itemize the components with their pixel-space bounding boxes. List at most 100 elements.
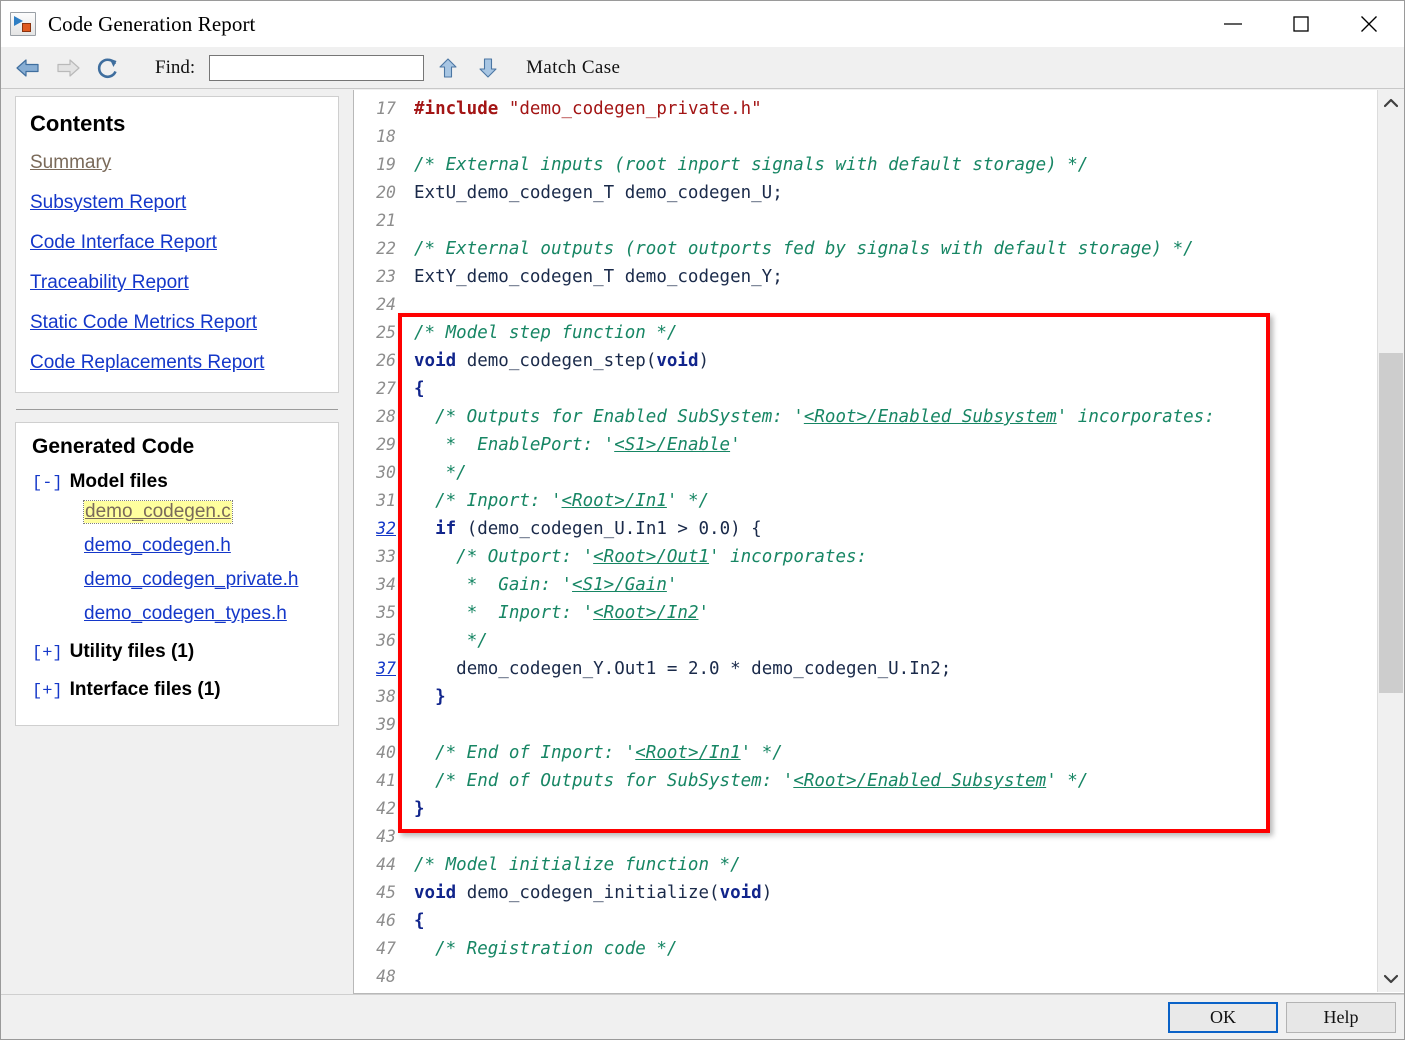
code-line: 36 */	[354, 627, 1215, 655]
code-line: 38 }	[354, 683, 1215, 711]
toc-link-summary[interactable]: Summary	[30, 153, 324, 172]
find-label: Find:	[155, 56, 196, 78]
code-line-number: 45	[376, 883, 396, 902]
file-tree: [-] Model files demo_codegen.c demo_codegen…	[30, 471, 324, 701]
code-line: 27 {	[354, 375, 1215, 403]
code-line-text: /* External outputs (root outports fed b…	[414, 239, 1194, 259]
code-line: 23 ExtY_demo_codegen_T demo_codegen_Y;	[354, 263, 1215, 291]
code-line-number: 47	[376, 939, 396, 958]
refresh-icon	[97, 57, 117, 78]
code-line-text: * Inport: '<Root>/In2'	[466, 603, 710, 623]
toc-link-code-interface-report[interactable]: Code Interface Report	[30, 233, 324, 252]
code-line-number-traceable[interactable]: 32	[354, 515, 406, 543]
code-line: 28 /* Outputs for Enabled SubSystem: '<R…	[354, 403, 1215, 431]
generated-code-panel: Generated Code [-] Model files demo_codege…	[15, 422, 339, 726]
maximize-button[interactable]	[1267, 1, 1335, 47]
code-line-number: 18	[376, 127, 396, 146]
code-line-number: 21	[376, 211, 396, 230]
toc-link-subsystem-report[interactable]: Subsystem Report	[30, 193, 324, 212]
code-line-number-traceable[interactable]: 37	[354, 655, 406, 683]
code-line-text: /* Model initialize function */	[414, 855, 741, 875]
code-line-text: demo_codegen_Y.Out1 = 2.0 * demo_codegen…	[456, 659, 952, 679]
tree-group-label: Utility files (1)	[69, 641, 195, 662]
code-line-number: 42	[376, 799, 396, 818]
ok-button[interactable]: OK	[1168, 1002, 1278, 1033]
scrollbar-thumb[interactable]	[1379, 353, 1403, 693]
refresh-button[interactable]	[91, 53, 125, 83]
find-next-button[interactable]	[472, 53, 504, 83]
tree-group-model-files[interactable]: [-] Model files	[32, 471, 324, 493]
navigation-toolbar: Find: Match Case	[1, 47, 1404, 89]
scroll-down-button[interactable]	[1378, 966, 1404, 992]
code-line: 26 void demo_codegen_step(void)	[354, 347, 1215, 375]
toc-link-code-replacements-report[interactable]: Code Replacements Report	[30, 353, 324, 372]
find-previous-button[interactable]	[432, 53, 464, 83]
code-line: 45 void demo_codegen_initialize(void)	[354, 879, 1215, 907]
code-line-text: /* Registration code */	[435, 939, 678, 959]
code-line-text: */	[445, 463, 467, 483]
help-button[interactable]: Help	[1286, 1002, 1396, 1033]
file-link-demo-codegen-private-h[interactable]: demo_codegen_private.h	[84, 569, 298, 591]
code-line-number: 38	[376, 687, 396, 706]
code-line: 34 * Gain: '<S1>/Gain'	[354, 571, 1215, 599]
code-line-number: 26	[376, 351, 396, 370]
collapse-toggle-icon[interactable]: [-]	[32, 474, 63, 493]
code-line: 21	[354, 207, 1215, 235]
code-line-number: 41	[376, 771, 396, 790]
toc-link-traceability-report[interactable]: Traceability Report	[30, 273, 324, 292]
code-line-number: 48	[376, 967, 396, 986]
code-line-text: void demo_codegen_step(void)	[414, 351, 710, 371]
code-line: 22 /* External outputs (root outports fed…	[354, 235, 1215, 263]
code-line: 18	[354, 123, 1215, 151]
code-line-text: /* Outport: '<Root>/Out1' incorporates:	[456, 547, 868, 567]
close-icon	[1361, 16, 1377, 32]
code-line-number: 17	[376, 99, 396, 118]
code-line-number: 43	[376, 827, 396, 846]
minimize-icon	[1224, 23, 1242, 25]
generated-code-title: Generated Code	[32, 435, 195, 458]
code-line-text: * Gain: '<S1>/Gain'	[466, 575, 678, 595]
code-line: 29 * EnablePort: '<S1>/Enable'	[354, 431, 1215, 459]
search-input[interactable]	[209, 54, 425, 81]
code-line: 32 if (demo_codegen_U.In1 > 0.0) {	[354, 515, 1215, 543]
code-line: 39	[354, 711, 1215, 739]
expand-toggle-icon[interactable]: [+]	[32, 644, 63, 663]
code-line-number: 35	[376, 603, 396, 622]
simulink-icon	[10, 12, 36, 36]
code-line: 33 /* Outport: '<Root>/Out1' incorporate…	[354, 543, 1215, 571]
code-line-text: /* End of Inport: '<Root>/In1' */	[435, 743, 783, 763]
minimize-button[interactable]	[1199, 1, 1267, 47]
code-line: 17 #include "demo_codegen_private.h"	[354, 95, 1215, 123]
file-link-demo-codegen-types-h[interactable]: demo_codegen_types.h	[84, 603, 287, 625]
file-link-demo-codegen-h[interactable]: demo_codegen.h	[84, 535, 231, 557]
chevron-down-icon	[1384, 974, 1398, 984]
code-line-text: {	[414, 911, 425, 931]
scroll-up-button[interactable]	[1378, 90, 1404, 116]
contents-title: Contents	[30, 111, 126, 136]
back-button[interactable]	[11, 53, 45, 83]
code-line-number: 31	[376, 491, 396, 510]
toc-link-static-code-metrics-report[interactable]: Static Code Metrics Report	[30, 313, 324, 332]
match-case-label[interactable]: Match Case	[526, 57, 620, 79]
back-arrow-icon	[16, 58, 39, 77]
code-line: 24	[354, 291, 1215, 319]
expand-toggle-icon[interactable]: [+]	[32, 682, 63, 701]
code-line-number: 25	[376, 323, 396, 342]
code-line: 41 /* End of Outputs for SubSystem: '<Ro…	[354, 767, 1215, 795]
tree-group-interface-files-1-[interactable]: [+] Interface files (1)	[32, 679, 324, 701]
table-of-contents: Summary Subsystem Report Code Interface Re…	[30, 153, 324, 372]
file-link-demo-codegen-c[interactable]: demo_codegen.c	[83, 500, 233, 524]
code-line: 31 /* Inport: '<Root>/In1' */	[354, 487, 1215, 515]
code-line-text: void demo_codegen_initialize(void)	[414, 883, 773, 903]
code-vertical-scrollbar[interactable]	[1377, 90, 1404, 992]
sidebar-divider	[16, 409, 338, 410]
code-viewer: 17 #include "demo_codegen_private.h" 18 19 /…	[353, 90, 1404, 994]
arrow-up-icon	[439, 57, 457, 78]
window-title: Code Generation Report	[48, 11, 256, 36]
code-line-text: /* External inputs (root inport signals …	[414, 155, 1089, 175]
code-line: 47 /* Registration code */	[354, 935, 1215, 963]
close-button[interactable]	[1335, 1, 1403, 47]
tree-group-label: Model files	[69, 471, 168, 492]
tree-group-utility-files-1-[interactable]: [+] Utility files (1)	[32, 641, 324, 663]
code-line-text: }	[435, 687, 446, 707]
